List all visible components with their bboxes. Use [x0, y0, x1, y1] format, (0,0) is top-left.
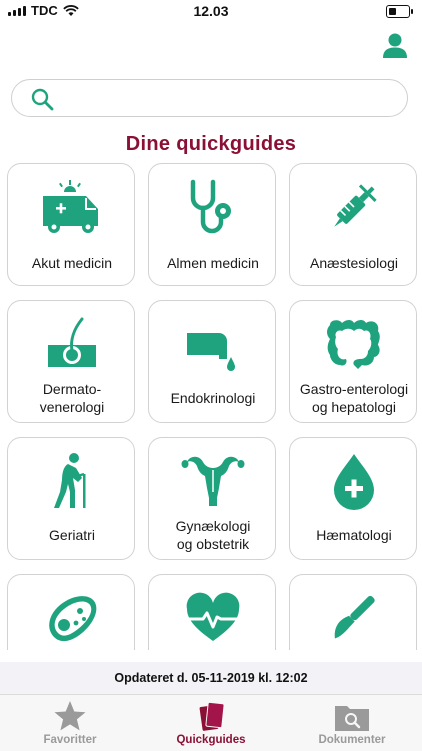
tile-dermato-venerologi[interactable]: Dermato- venerologi — [7, 300, 135, 423]
ambulance-icon — [43, 180, 98, 233]
tile-gynaekologi[interactable]: Gynækologi og obstetrik — [148, 437, 276, 560]
tile-label: Anæstesiologi — [310, 255, 398, 271]
tile-label: Akut medicin — [31, 255, 113, 271]
quickguide-grid: Akut medicin Almen medicin Anæstesiologi… — [7, 163, 417, 650]
star-icon — [54, 701, 86, 731]
syringe-icon — [334, 184, 377, 227]
tile-akut-medicin[interactable]: Akut medicin — [7, 163, 135, 286]
tab-label: Dokumenter — [318, 734, 386, 746]
tile-anaestesiologi[interactable]: Anæstesiologi — [289, 163, 417, 286]
tile-kirurgi[interactable] — [289, 574, 417, 650]
tile-label: Gastro-enterologi og hepatologi — [299, 381, 409, 415]
uterus-icon — [181, 456, 245, 506]
search-bar[interactable] — [11, 79, 408, 117]
tile-label: Hæmatologi — [316, 527, 392, 543]
tab-quickguides[interactable]: Quickguides — [141, 695, 281, 751]
tile-almen-medicin[interactable]: Almen medicin — [148, 163, 276, 286]
search-input[interactable] — [62, 86, 396, 112]
update-bar: Opdateret d. 05-11-2019 kl. 12:02 — [0, 662, 422, 694]
tile-geriatri[interactable]: Geriatri — [7, 437, 135, 560]
tab-favoritter[interactable]: Favoritter — [0, 695, 140, 751]
tile-kardiologi[interactable] — [148, 574, 276, 650]
skin-follicle-icon — [48, 317, 96, 367]
intestine-icon — [327, 320, 380, 369]
elderly-person-icon — [54, 453, 86, 508]
search-icon — [31, 88, 54, 111]
tile-haematologi[interactable]: Hæmatologi — [289, 437, 417, 560]
tile-infektionsmedicin[interactable] — [7, 574, 135, 650]
heartbeat-icon — [186, 592, 240, 641]
tab-bar: Favoritter Quickguides Dokumenter — [0, 694, 422, 751]
updated-timestamp: Opdateret d. 05-11-2019 kl. 12:02 — [114, 671, 308, 685]
tile-label: Gynækologi og obstetrik — [175, 518, 251, 552]
tile-label: Endokrinologi — [170, 390, 256, 406]
scalpel-icon — [334, 595, 375, 639]
drop-dispenser-icon — [187, 333, 235, 371]
quickguides-icon — [199, 701, 225, 731]
tab-label: Quickguides — [176, 734, 246, 746]
tab-label: Favoritter — [43, 734, 97, 746]
status-time: 12.03 — [193, 3, 229, 19]
tile-label: Geriatri — [49, 527, 95, 543]
bacteria-icon — [49, 596, 97, 642]
tile-gastro-enterologi[interactable]: Gastro-enterologi og hepatologi — [289, 300, 417, 423]
tile-label: Dermato- venerologi — [39, 381, 105, 415]
status-bar: TDC 12.03 — [0, 0, 422, 24]
blood-drop-icon — [334, 454, 374, 510]
folder-search-icon — [335, 706, 369, 731]
user-icon[interactable] — [380, 31, 410, 61]
page-title: Dine quickguides — [125, 133, 297, 155]
tile-label: Almen medicin — [167, 255, 259, 271]
battery-icon — [386, 5, 413, 18]
tile-endokrinologi[interactable]: Endokrinologi — [148, 300, 276, 423]
tab-dokumenter[interactable]: Dokumenter — [282, 695, 422, 751]
stethoscope-icon — [190, 179, 231, 234]
